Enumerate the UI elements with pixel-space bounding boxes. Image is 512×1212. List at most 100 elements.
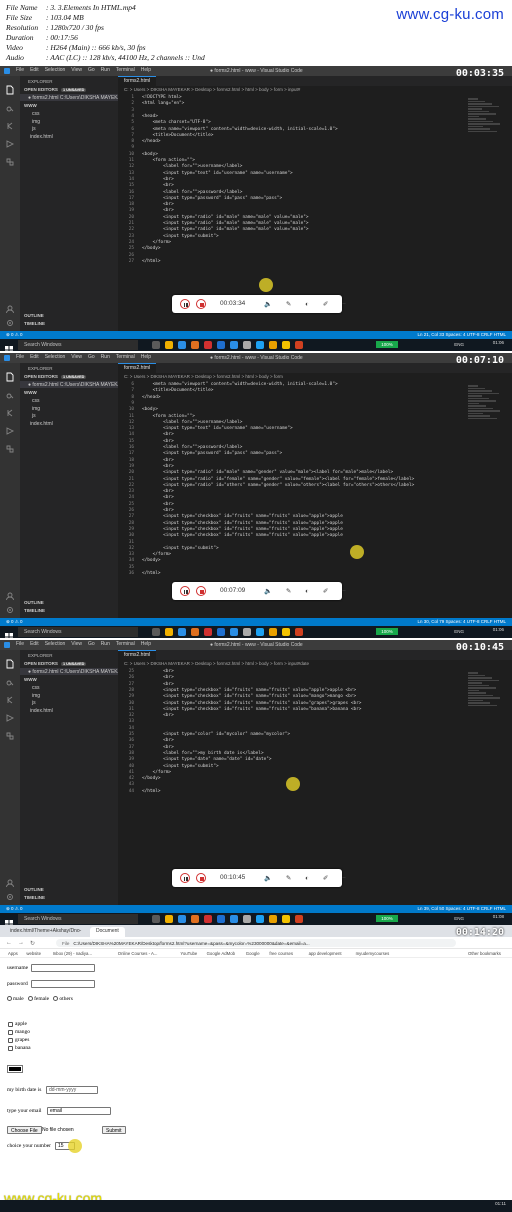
back-icon[interactable]: ←: [6, 940, 12, 946]
gear-icon[interactable]: [5, 889, 15, 900]
checkbox-grapes[interactable]: [8, 1038, 13, 1043]
code-line[interactable]: 20 <input type="radio" id="male" name="g…: [118, 470, 512, 476]
stop-button[interactable]: [196, 586, 206, 596]
taskbar-app-icon[interactable]: [191, 341, 199, 349]
tree-item[interactable]: css: [32, 111, 40, 117]
code-line[interactable]: 27 <br>: [118, 682, 512, 688]
folder-www[interactable]: WWW: [24, 103, 37, 108]
folder-www[interactable]: WWW: [24, 677, 37, 682]
windows-start-icon[interactable]: [5, 628, 13, 638]
tab-forms2[interactable]: forms2.html: [118, 363, 157, 373]
taskbar-app-icon[interactable]: [152, 915, 160, 923]
code-line[interactable]: 16 <label for="">password</label>: [118, 190, 512, 196]
taskbar-app-icon[interactable]: [217, 628, 225, 636]
taskbar-app-icon[interactable]: [204, 341, 212, 349]
code-line[interactable]: 36 <br>: [118, 738, 512, 744]
taskbar-app-icon[interactable]: [243, 341, 251, 349]
menu-item[interactable]: Edit: [30, 67, 39, 73]
taskbar-search[interactable]: Search Windows: [18, 340, 138, 350]
bookmark-item[interactable]: Apps: [8, 951, 18, 956]
code-line[interactable]: 27 </html>: [118, 259, 512, 265]
source-control-icon[interactable]: [5, 692, 15, 704]
taskbar-app-icon[interactable]: [191, 628, 199, 636]
code-line[interactable]: 34 </body>: [118, 558, 512, 564]
run-icon[interactable]: [5, 423, 15, 435]
code-line[interactable]: 4 <head>: [118, 114, 512, 120]
explorer-icon[interactable]: [5, 82, 15, 95]
menu-item[interactable]: Edit: [30, 641, 39, 647]
language-indicator[interactable]: ENG: [454, 916, 464, 921]
taskbar-app-icon[interactable]: [165, 341, 173, 349]
bookmark-item[interactable]: app development: [309, 951, 342, 956]
status-info[interactable]: Ln 39, Col 50 Spaces: 4 UTF-8 CRLF HTML: [417, 906, 506, 911]
code-line[interactable]: 21 <input type="radio" id="female" name=…: [118, 477, 512, 483]
password-input[interactable]: [31, 980, 95, 988]
pause-button[interactable]: [180, 873, 190, 883]
code-line[interactable]: 26 <br>: [118, 675, 512, 681]
language-indicator[interactable]: ENG: [454, 342, 464, 347]
search-icon[interactable]: [5, 387, 15, 399]
url-input[interactable]: File C:/Users/DIKSHA%20MAYEKAR/Desktop/fo…: [56, 939, 456, 947]
tree-item[interactable]: js: [32, 700, 36, 706]
minimap[interactable]: [468, 385, 504, 425]
code-line[interactable]: 29 <input type="checkbox" id="fruits" na…: [118, 694, 512, 700]
timeline-section[interactable]: TIMELINE: [24, 321, 45, 326]
code-line[interactable]: 41 </form>: [118, 770, 512, 776]
taskbar-app-icon[interactable]: [256, 915, 264, 923]
radio-female[interactable]: [28, 996, 34, 1002]
code-line[interactable]: 17 <input type="password" id="pass" name…: [118, 196, 512, 202]
taskbar-app-icon[interactable]: [269, 628, 277, 636]
code-line[interactable]: 34: [118, 726, 512, 732]
breadcrumb[interactable]: C: > Users > DIKSHA MAYEKAR > Desktop > …: [124, 87, 300, 92]
open-file-item[interactable]: ● forms2.html C:\Users\DIKSHA MAYEKAR\..…: [28, 669, 130, 675]
code-line[interactable]: 36 </html>: [118, 571, 512, 577]
explorer-icon[interactable]: [5, 656, 15, 669]
code-line[interactable]: 39 <input type="date" name="date" id="da…: [118, 757, 512, 763]
source-control-icon[interactable]: [5, 405, 15, 417]
taskbar-app-icon[interactable]: [282, 915, 290, 923]
menu-item[interactable]: File: [16, 67, 24, 73]
account-icon[interactable]: [5, 588, 15, 601]
tree-item[interactable]: index.html: [30, 134, 53, 140]
extensions-icon[interactable]: [5, 441, 15, 453]
email-input[interactable]: email: [47, 1107, 111, 1115]
code-line[interactable]: 8 </head>: [118, 139, 512, 145]
menu-item[interactable]: Help: [141, 641, 151, 647]
code-line[interactable]: 37 <br>: [118, 745, 512, 751]
taskbar-app-icon[interactable]: [295, 628, 303, 636]
code-line[interactable]: 15 <br>: [118, 183, 512, 189]
search-icon[interactable]: [5, 674, 15, 686]
folder-www[interactable]: WWW: [24, 390, 37, 395]
windows-start-icon[interactable]: [5, 915, 13, 925]
taskbar-app-icon[interactable]: [204, 628, 212, 636]
taskbar-app-icon[interactable]: [191, 915, 199, 923]
taskbar-app-icon[interactable]: [243, 628, 251, 636]
browser-tab[interactable]: index.html/Theme+Akshay/Dno-: [4, 927, 87, 937]
recorder-tools[interactable]: 🔈 ✎ ◐ ✐ −: [264, 587, 352, 595]
tree-item[interactable]: index.html: [30, 708, 53, 714]
code-line[interactable]: 15 <br>: [118, 439, 512, 445]
menu-item[interactable]: Go: [88, 67, 95, 73]
tree-item[interactable]: js: [32, 126, 36, 132]
menu-item[interactable]: Edit: [30, 354, 39, 360]
taskbar-app-icon[interactable]: [217, 341, 225, 349]
taskbar-app-icon[interactable]: [217, 915, 225, 923]
menu-item[interactable]: Terminal: [116, 641, 135, 647]
minimap[interactable]: [468, 98, 504, 138]
code-line[interactable]: 40 <input type="submit">: [118, 764, 512, 770]
taskbar-app-icon[interactable]: [282, 341, 290, 349]
menu-item[interactable]: Go: [88, 354, 95, 360]
menu-item[interactable]: Terminal: [116, 354, 135, 360]
code-line[interactable]: 10 <body>: [118, 152, 512, 158]
reload-icon[interactable]: ↻: [30, 940, 35, 947]
taskbar-app-icon[interactable]: [178, 341, 186, 349]
pause-button[interactable]: [180, 586, 190, 596]
status-errors[interactable]: ⊗ 0 ⚠ 0: [6, 906, 23, 912]
code-line[interactable]: 7 <title>Document</title>: [118, 133, 512, 139]
code-line[interactable]: 24 <br>: [118, 495, 512, 501]
code-line[interactable]: 3: [118, 108, 512, 114]
taskbar-app-icon[interactable]: [230, 341, 238, 349]
code-line[interactable]: 13 <input type="text" id="username" name…: [118, 171, 512, 177]
taskbar-app-icon[interactable]: [152, 628, 160, 636]
menu-item[interactable]: File: [16, 641, 24, 647]
